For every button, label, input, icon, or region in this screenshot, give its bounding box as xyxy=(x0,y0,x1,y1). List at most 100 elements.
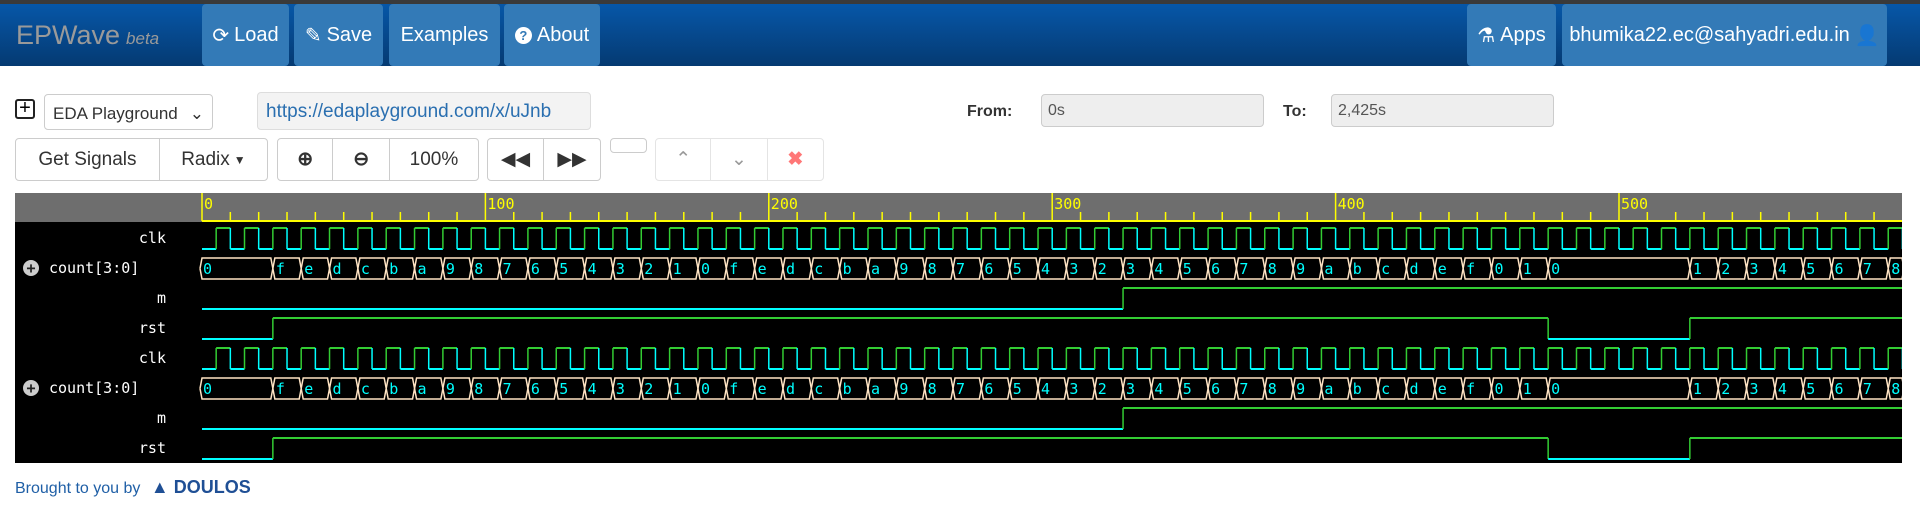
bus-value: a xyxy=(871,380,880,398)
bus-value: 7 xyxy=(1239,380,1248,398)
save-button[interactable]: ✎ Save xyxy=(294,4,383,66)
bus-value: f xyxy=(729,260,738,278)
user-menu-button[interactable]: bhumika22.ec@sahyadri.edu.in 👤 xyxy=(1562,4,1887,66)
save-label: Save xyxy=(326,23,373,46)
load-label: Load xyxy=(234,23,279,46)
bus-value: c xyxy=(361,260,370,278)
add-plus-icon[interactable]: + xyxy=(15,98,35,119)
bus-value: 3 xyxy=(616,380,625,398)
bus-value: a xyxy=(1324,380,1333,398)
bus-value: d xyxy=(333,260,342,278)
load-button[interactable]: ⟳ Load xyxy=(202,4,289,66)
brand-name: EPWave xyxy=(16,20,121,50)
doulos-logo[interactable]: ▲ DOULOS xyxy=(151,477,251,497)
bus-value: 3 xyxy=(616,260,625,278)
previous-edge-button[interactable]: ◀◀ xyxy=(488,139,545,180)
bus-value: 8 xyxy=(474,260,483,278)
bus-value: 7 xyxy=(503,380,512,398)
bus-value: f xyxy=(1466,260,1475,278)
playground-select[interactable]: EDA Playground ⌄ xyxy=(44,94,213,130)
to-label: To: xyxy=(1283,103,1307,120)
waveform-canvas[interactable]: 0 100 200 300 400 5000 f e d c b a 9 8 7 6 5 4 3 2 1 0 f e d c b a 9… xyxy=(15,193,1902,463)
refresh-icon: ⟳ xyxy=(212,24,230,47)
move-down-button[interactable]: ⌄ xyxy=(711,139,768,180)
bus-value: 5 xyxy=(1806,380,1815,398)
doulos-logo-text: DOULOS xyxy=(173,477,251,497)
bus-value: 0 xyxy=(701,380,710,398)
about-label: About xyxy=(536,23,590,46)
bus-value: 6 xyxy=(1211,260,1220,278)
bus-value: c xyxy=(1381,260,1390,278)
bus-value: 9 xyxy=(446,380,455,398)
bus-value: 4 xyxy=(1041,260,1050,278)
signal-order-group: ⌃ ⌄ ✖ xyxy=(655,138,824,181)
bus-value: 3 xyxy=(1069,380,1078,398)
flask-icon: ⚗ xyxy=(1477,24,1496,47)
bus-value: e xyxy=(1438,260,1447,278)
bus-value: 8 xyxy=(1268,260,1277,278)
bus-value: c xyxy=(814,380,823,398)
bus-value: 1 xyxy=(1523,260,1532,278)
select-value: EDA Playground xyxy=(53,104,178,123)
ruler-label: 200 xyxy=(771,195,798,213)
radix-button[interactable]: Radix ▼ xyxy=(160,139,267,180)
pencil-icon: ✎ xyxy=(304,24,322,47)
bus-value: 2 xyxy=(1098,380,1107,398)
bus-value: 9 xyxy=(446,260,455,278)
bus-value: 3 xyxy=(1069,260,1078,278)
bus-value: d xyxy=(1409,260,1418,278)
bus-value: e xyxy=(758,260,767,278)
zoom-group: ⊕ ⊖ 100% xyxy=(277,138,479,181)
bus-value: b xyxy=(843,260,852,278)
get-signals-button[interactable]: Get Signals xyxy=(16,139,160,180)
bus-value: e xyxy=(1438,380,1447,398)
apps-button[interactable]: ⚗ Apps xyxy=(1467,4,1556,66)
move-up-button[interactable]: ⌃ xyxy=(656,139,712,180)
brand-tag: beta xyxy=(126,29,160,48)
bus-value: c xyxy=(1381,380,1390,398)
to-input[interactable]: 2,425s xyxy=(1331,94,1554,127)
about-button[interactable]: ? About xyxy=(504,4,600,66)
bus-value: 3 xyxy=(1750,380,1759,398)
url-field[interactable]: https://edaplayground.com/x/uJnb xyxy=(257,92,591,130)
bus-value: 6 xyxy=(531,260,540,278)
zoom-level[interactable]: 100% xyxy=(390,139,478,180)
signals-group: Get Signals Radix ▼ xyxy=(15,138,268,181)
zoom-out-button[interactable]: ⊖ xyxy=(333,139,390,180)
close-icon: ✖ xyxy=(787,149,804,170)
footer: Brought to you by ▲ DOULOS xyxy=(15,477,251,498)
bus-value: 8 xyxy=(1268,380,1277,398)
bus-value: 2 xyxy=(644,380,653,398)
bus-value: 6 xyxy=(1835,260,1844,278)
bus-value: 4 xyxy=(588,380,597,398)
bus-value: b xyxy=(843,380,852,398)
chevron-up-icon: ⌃ xyxy=(675,149,692,170)
bus-value: a xyxy=(1324,260,1333,278)
zoom-out-icon: ⊖ xyxy=(353,149,370,170)
empty-button[interactable] xyxy=(610,138,647,153)
user-icon: 👤 xyxy=(1854,24,1880,47)
brand[interactable]: EPWave beta xyxy=(16,20,159,51)
bus-value: b xyxy=(1353,380,1362,398)
next-edge-button[interactable]: ▶▶ xyxy=(544,139,600,180)
backward-icon: ◀◀ xyxy=(500,149,531,170)
examples-button[interactable]: Examples xyxy=(389,4,500,66)
bus-value: 0 xyxy=(203,380,212,398)
bus-segment xyxy=(1547,257,1691,280)
bus-value: 0 xyxy=(1494,380,1503,398)
bus-value: 4 xyxy=(1154,260,1163,278)
zoom-in-button[interactable]: ⊕ xyxy=(278,139,334,180)
ruler-label: 400 xyxy=(1338,195,1365,213)
from-input[interactable]: 0s xyxy=(1041,94,1264,127)
ruler-label: 500 xyxy=(1621,195,1648,213)
bus-value: d xyxy=(786,380,795,398)
forward-icon: ▶▶ xyxy=(557,149,587,170)
remove-button[interactable]: ✖ xyxy=(768,139,823,180)
bus-value: c xyxy=(361,380,370,398)
navbar: EPWave beta ⟳ Load ✎ Save Examples ? About ⚗… xyxy=(0,4,1920,66)
bus-value: 4 xyxy=(588,260,597,278)
bus-value: f xyxy=(276,380,285,398)
bus-value: 3 xyxy=(1750,260,1759,278)
bus-value: 1 xyxy=(673,260,682,278)
bus-value: 9 xyxy=(1296,260,1305,278)
